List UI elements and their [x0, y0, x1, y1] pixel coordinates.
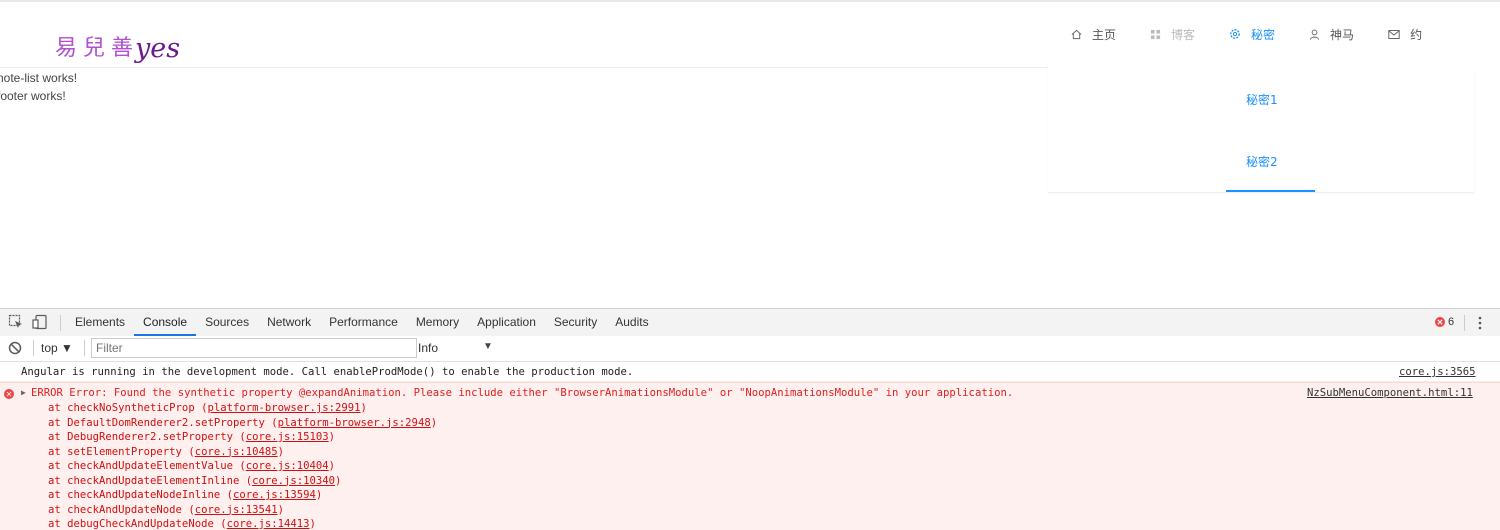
tab-sources[interactable]: Sources	[196, 309, 258, 336]
stack-link[interactable]: core.js:10404	[246, 460, 329, 472]
nav-item-blog[interactable]: 博客	[1134, 18, 1213, 50]
toolbar-divider	[60, 315, 61, 331]
header-divider	[0, 67, 1050, 68]
nav-item-label: 秘密	[1251, 27, 1276, 42]
tab-security[interactable]: Security	[545, 309, 606, 336]
nav-item-secret[interactable]: 秘密	[1213, 18, 1293, 50]
error-count: 6	[1448, 316, 1455, 328]
stack-line: at checkNoSyntheticProp (platform-browse…	[48, 402, 367, 414]
stack-link[interactable]: core.js:14413	[227, 518, 310, 530]
nav-item-label: 主页	[1092, 27, 1117, 42]
nav-item-shenma[interactable]: 神马	[1293, 18, 1372, 50]
footer-text: footer works!	[0, 89, 66, 103]
info-text: Angular is running in the development mo…	[21, 366, 634, 378]
stack-line: at checkAndUpdateElementValue (core.js:1…	[48, 460, 336, 472]
console-filterbar: top ▼ Info ▼	[0, 336, 1500, 362]
selected-underline	[1226, 190, 1315, 192]
chevron-down-icon[interactable]: ▼	[483, 341, 493, 352]
device-toolbar-icon[interactable]	[32, 314, 48, 330]
tab-memory[interactable]: Memory	[407, 309, 468, 336]
expand-triangle-icon[interactable]: ▶	[21, 388, 26, 397]
filter-input[interactable]	[91, 338, 417, 358]
error-counter[interactable]: ✕ 6	[1435, 316, 1454, 328]
note-list-text: note-list works!	[0, 71, 78, 85]
toolbar-divider	[1464, 315, 1465, 331]
stack-line: at checkAndUpdateNode (core.js:13541)	[48, 503, 285, 516]
inspect-element-icon[interactable]	[8, 314, 24, 330]
error-text: ERROR Error: Found the synthetic propert…	[31, 387, 1014, 399]
nav-item-label: 约	[1410, 27, 1423, 42]
top-border	[0, 0, 1500, 2]
stack-line: at checkAndUpdateNodeInline (core.js:135…	[48, 489, 323, 501]
stack-link[interactable]: core.js:10485	[195, 446, 278, 458]
nav-item-home[interactable]: 主页	[1055, 18, 1134, 50]
tab-network[interactable]: Network	[258, 309, 320, 336]
console-message-info: Angular is running in the development mo…	[0, 362, 1500, 382]
stack-line: at setElementProperty (core.js:10485)	[48, 445, 285, 458]
user-icon	[1309, 29, 1320, 40]
console-output: Angular is running in the development mo…	[0, 362, 1500, 530]
home-icon	[1071, 29, 1082, 39]
stack-line: at DefaultDomRenderer2.setProperty (plat…	[48, 416, 438, 429]
submenu-item-secret2[interactable]: 秘密2	[1246, 153, 1278, 170]
tab-console[interactable]: Console	[134, 309, 197, 336]
devtools-panel: Elements Console Sources Network Perform…	[0, 308, 1500, 530]
stack-link[interactable]: core.js:15103	[246, 431, 329, 443]
stack-link[interactable]: core.js:13541	[195, 504, 278, 516]
kebab-menu-icon[interactable]	[1477, 315, 1483, 331]
submenu-item-secret1[interactable]: 秘密1	[1246, 91, 1278, 108]
log-level-selector[interactable]: Info	[418, 341, 438, 355]
stack-link[interactable]: platform-browser.js:2991	[207, 402, 360, 414]
secret-submenu: 秘密1 秘密2	[1048, 66, 1474, 193]
context-selector[interactable]: top ▼	[41, 341, 73, 355]
tab-performance[interactable]: Performance	[320, 309, 407, 336]
tab-audits[interactable]: Audits	[606, 309, 657, 336]
tab-elements[interactable]: Elements	[66, 309, 134, 336]
stack-line: at DebugRenderer2.setProperty (core.js:1…	[48, 431, 336, 443]
stack-line: at debugCheckAndUpdateNode (core.js:1441…	[48, 518, 316, 530]
gear-icon	[1230, 29, 1240, 39]
nav-item-label: 神马	[1330, 27, 1355, 42]
devtools-tabbar: Elements Console Sources Network Perform…	[0, 308, 1500, 337]
stack-line: at checkAndUpdateElementInline (core.js:…	[48, 474, 342, 487]
main-nav: 主页 博客 秘密 神马 约	[1055, 18, 1440, 50]
devtools-tabs: Elements Console Sources Network Perform…	[66, 309, 658, 336]
toolbar-divider	[33, 340, 34, 356]
stack-link[interactable]: core.js:13594	[233, 489, 316, 501]
toolbar-divider	[84, 340, 85, 356]
nav-item-label: 博客	[1171, 27, 1196, 42]
clear-console-icon[interactable]	[7, 340, 23, 356]
error-icon: ✕	[4, 389, 14, 399]
tab-application[interactable]: Application	[468, 309, 545, 336]
console-message-error: ✕ ▶ ERROR Error: Found the synthetic pro…	[0, 382, 1500, 530]
logo-chinese: 易兒善	[55, 36, 140, 61]
info-source-link[interactable]: core.js:3565	[1399, 366, 1476, 378]
error-dot-icon: ✕	[1435, 317, 1445, 327]
stack-link[interactable]: platform-browser.js:2948	[278, 417, 431, 429]
mail-icon	[1388, 29, 1400, 39]
stack-link[interactable]: core.js:10340	[252, 475, 335, 487]
grid-icon	[1150, 29, 1161, 39]
error-source-link[interactable]: NzSubMenuComponent.html:11	[1307, 387, 1473, 399]
nav-item-date[interactable]: 约	[1372, 18, 1440, 50]
logo-english: yes	[135, 33, 181, 64]
site-logo[interactable]: 易兒善 yes	[55, 18, 180, 62]
app-page: 易兒善 yes note-list works! footer works! 主…	[0, 0, 1500, 308]
